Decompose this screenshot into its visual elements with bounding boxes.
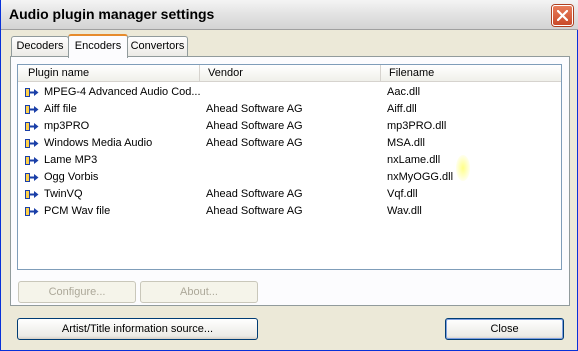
vendor-cell: Ahead Software AG [206, 205, 303, 217]
list-item[interactable]: PCM Wav file Ahead Software AG Wav.dll [18, 203, 561, 220]
list-header: Plugin name Vendor Filename [18, 65, 561, 82]
filename-cell: Aac.dll [387, 86, 421, 98]
list-item[interactable]: TwinVQ Ahead Software AG Vqf.dll [18, 186, 561, 203]
close-icon [557, 10, 568, 21]
plugin-name-cell: Lame MP3 [44, 154, 98, 166]
cursor-highlight [456, 155, 470, 181]
column-header-vendor[interactable]: Vendor [200, 65, 381, 82]
list-item[interactable]: Windows Media Audio Ahead Software AG MSA.… [18, 135, 561, 152]
list-item[interactable]: Ogg Vorbis nxMyOGG.dll [18, 169, 561, 186]
close-button[interactable]: Close [445, 318, 564, 340]
filename-cell: nxLame.dll [387, 154, 441, 166]
plugin-name-cell: TwinVQ [44, 188, 83, 200]
plugin-arrow-icon [25, 88, 39, 97]
plugin-arrow-icon [25, 156, 39, 165]
filename-cell: MSA.dll [387, 137, 425, 149]
filename-cell: nxMyOGG.dll [387, 171, 454, 183]
filename-cell: Aiff.dll [387, 103, 417, 115]
plugin-arrow-icon [25, 105, 39, 114]
plugin-name-cell: mp3PRO [44, 120, 90, 132]
vendor-cell [206, 169, 376, 186]
list-item[interactable]: mp3PRO Ahead Software AG mp3PRO.dll [18, 118, 561, 135]
vendor-cell: Ahead Software AG [206, 103, 303, 115]
plugin-list[interactable]: Plugin name Vendor Filename MPEG-4 Advan… [17, 64, 562, 270]
plugin-name-cell: Aiff file [44, 103, 77, 115]
vendor-cell: Ahead Software AG [206, 137, 303, 149]
column-header-plugin-name[interactable]: Plugin name [18, 65, 200, 82]
list-item[interactable]: Lame MP3 nxLame.dll [18, 152, 561, 169]
plugin-arrow-icon [25, 207, 39, 216]
dialog-window: Audio plugin manager settings Decoders E… [0, 0, 578, 351]
filename-cell: Wav.dll [387, 205, 422, 217]
list-item[interactable]: MPEG-4 Advanced Audio Cod... Aac.dll [18, 84, 561, 101]
tab-encoders[interactable]: Encoders [68, 34, 128, 58]
list-item[interactable]: Aiff file Ahead Software AG Aiff.dll [18, 101, 561, 118]
plugin-arrow-icon [25, 173, 39, 182]
plugin-arrow-icon [25, 122, 39, 131]
filename-cell: Vqf.dll [387, 188, 418, 200]
encoders-tab-panel: Plugin name Vendor Filename MPEG-4 Advan… [10, 56, 570, 306]
configure-button[interactable]: Configure... [18, 281, 136, 303]
artist-title-source-button[interactable]: Artist/Title information source... [17, 318, 258, 340]
vendor-cell [206, 84, 376, 101]
title-close-button[interactable] [552, 5, 573, 26]
plugin-arrow-icon [25, 139, 39, 148]
tab-convertors[interactable]: Convertors [127, 36, 188, 56]
plugin-name-cell: Windows Media Audio [44, 137, 153, 149]
vendor-cell: Ahead Software AG [206, 120, 303, 132]
plugin-name-cell: MPEG-4 Advanced Audio Cod... [44, 86, 200, 98]
title-bar[interactable]: Audio plugin manager settings [1, 0, 578, 30]
vendor-cell: Ahead Software AG [206, 188, 303, 200]
window-title: Audio plugin manager settings [9, 6, 215, 22]
plugin-name-cell: PCM Wav file [44, 205, 111, 217]
column-header-filename[interactable]: Filename [381, 65, 561, 82]
filename-cell: mp3PRO.dll [387, 120, 447, 132]
plugin-arrow-icon [25, 190, 39, 199]
about-button[interactable]: About... [140, 281, 258, 303]
vendor-cell [206, 152, 376, 169]
plugin-name-cell: Ogg Vorbis [44, 171, 99, 183]
tab-decoders[interactable]: Decoders [11, 36, 69, 56]
